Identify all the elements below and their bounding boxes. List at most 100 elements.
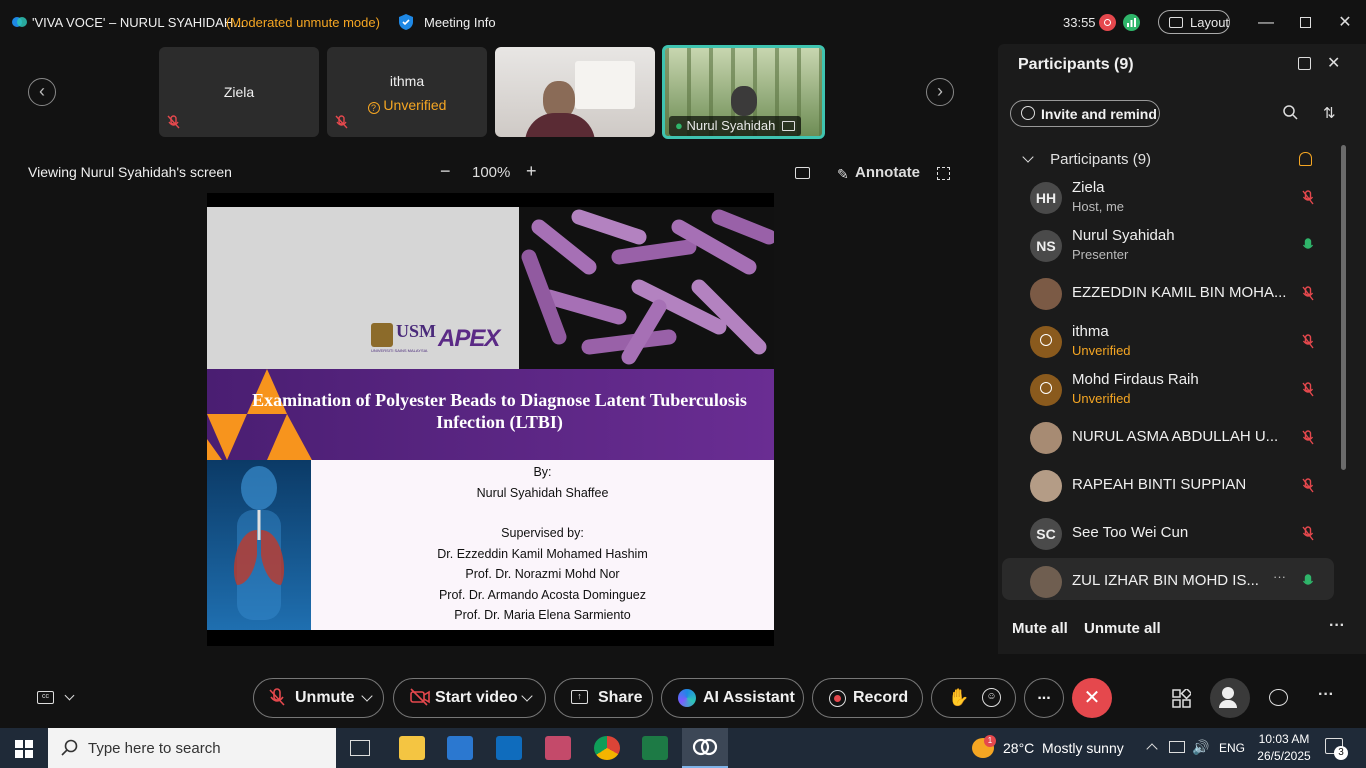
close-window-button[interactable]: ✕ [1334,12,1356,34]
task-view-icon[interactable] [350,740,370,756]
unmute-button[interactable]: Unmute [253,678,384,718]
mute-all-button[interactable]: Mute all [1012,620,1068,637]
recording-indicator-icon [1099,14,1116,31]
mic-off-icon[interactable] [1302,478,1314,496]
zoom-in-button[interactable]: + [526,161,537,182]
participant-row[interactable]: ZUL IZHAR BIN MOHD IS... ··· [1002,558,1334,600]
chevron-down-icon [1022,151,1034,163]
thumbnail-nurul-syahidah[interactable]: ● Nurul Syahidah [662,45,825,139]
clock-date[interactable]: 26/5/2025 [1254,749,1314,763]
record-icon [829,690,846,707]
thumbnail-status: ? Unverified [327,97,487,114]
windows-start-icon[interactable] [15,740,33,763]
weather-text[interactable]: 28°C Mostly sunny [1003,740,1124,756]
minimize-button[interactable]: — [1255,12,1277,34]
participants-section-header[interactable]: Participants (9) [1022,151,1151,168]
participant-row[interactable]: ithma Unverified [1030,323,1330,374]
remote-control-icon[interactable] [795,167,810,179]
excel-icon[interactable] [642,736,668,760]
file-explorer-icon[interactable] [399,736,425,760]
avatar: NS [1030,230,1062,262]
participant-row[interactable]: Mohd Firdaus Raih Unverified [1030,371,1330,422]
participant-row[interactable]: HH Ziela Host, me [1030,179,1330,230]
reactions-group[interactable]: ✋ ☺ [931,678,1016,718]
webex-taskbar-active[interactable] [682,728,728,768]
slide-title-band: Examination of Polyester Beads to Diagno… [207,369,774,460]
sort-icon[interactable]: ⇅ [1323,104,1336,122]
mic-off-icon[interactable] [1302,430,1314,448]
participant-name: Mohd Firdaus Raih [1072,371,1199,388]
microsoft-store-icon[interactable] [447,736,473,760]
mic-off-icon[interactable] [1302,334,1314,352]
mic-on-icon[interactable] [1302,574,1314,592]
layout-button[interactable]: Layout [1158,10,1230,34]
share-icon: ↑ [571,690,588,704]
participant-role: Host, me [1072,199,1125,214]
raise-hand-icon[interactable]: ✋ [948,688,969,708]
shield-icon[interactable] [398,13,414,36]
avatar [1030,278,1062,310]
participant-row[interactable]: NS Nurul Syahidah Presenter [1030,227,1330,278]
mic-off-icon[interactable] [1302,190,1314,208]
clock-time[interactable]: 10:03 AM [1258,732,1310,746]
meeting-info-link[interactable]: Meeting Info [424,15,496,30]
thumbnail-video-presenter[interactable] [495,47,655,137]
title-bar: 'VIVA VOCE' – NURUL SYAHIDAH... (Moderat… [0,0,1366,46]
avatar [1030,422,1062,454]
more-panels-icon[interactable]: ··· [1318,686,1334,704]
chevron-down-icon[interactable] [521,690,533,702]
scrollbar[interactable] [1341,145,1346,470]
annotate-button[interactable]: Annotate [855,164,920,181]
mic-off-icon[interactable] [1302,526,1314,544]
fullscreen-icon[interactable] [937,167,950,180]
by-label: By: [533,465,552,479]
annotate-icon[interactable]: ✎ [837,166,849,183]
popout-icon[interactable] [1298,57,1311,70]
guest-icon [1040,382,1052,394]
chrome-icon[interactable] [594,736,620,760]
slide-credits-area: By: Nurul Syahidah Shaffee Supervised by… [311,460,774,630]
shared-screen: USM UNIVERSITI SAINS MALAYSIA APEX Exami… [207,193,774,646]
ai-assistant-button[interactable]: AI Assistant [661,678,804,718]
more-options-icon[interactable]: ··· [1329,617,1345,635]
network-icon[interactable] [1169,741,1185,753]
close-panel-icon[interactable]: ✕ [1327,53,1340,73]
thumbnail-ithma[interactable]: ithma ? Unverified [327,47,487,137]
avatar [1030,566,1062,598]
person-head [731,86,757,116]
volume-icon[interactable]: 🔊 [1192,739,1209,756]
maximize-button[interactable] [1294,12,1316,34]
participant-more-icon[interactable]: ··· [1273,569,1286,584]
end-meeting-button[interactable]: ✕ [1072,678,1112,718]
thumbnails-prev-button[interactable]: ‹ [28,78,56,106]
avatar: HH [1030,182,1062,214]
more-button[interactable]: ... [1024,678,1064,718]
mic-off-icon[interactable] [1302,286,1314,304]
participants-title: Participants (9) [1018,56,1134,73]
thumbnails-next-button[interactable]: › [926,78,954,106]
zoom-out-button[interactable]: − [440,161,451,182]
invite-remind-button[interactable]: Invite and remind [1010,100,1160,127]
unmute-all-button[interactable]: Unmute all [1084,620,1161,637]
snipping-tool-icon[interactable] [545,736,571,760]
share-button[interactable]: ↑ Share [554,678,653,718]
language-indicator[interactable]: ENG [1219,741,1245,755]
mic-off-icon[interactable] [1302,382,1314,400]
thumbnail-ziela[interactable]: Ziela [159,47,319,137]
search-icon[interactable] [1283,105,1298,125]
emoji-reaction-icon[interactable]: ☺ [982,688,1001,707]
participant-row[interactable]: EZZEDDIN KAMIL BIN MOHA... [1030,278,1330,326]
chevron-down-icon[interactable] [361,690,373,702]
taskbar-search-input[interactable]: Type here to search [48,728,336,768]
participant-row[interactable]: NURUL ASMA ABDULLAH U... [1030,422,1330,470]
chat-icon[interactable] [1269,689,1288,706]
participants-toggle-button[interactable] [1210,678,1250,718]
cc-icon[interactable]: cc [37,691,54,704]
participant-row[interactable]: RAPEAH BINTI SUPPIAN [1030,470,1330,518]
start-video-button[interactable]: Start video [393,678,546,718]
mic-on-icon[interactable] [1302,238,1314,256]
cc-chevron-down-icon[interactable] [64,690,75,701]
outlook-icon[interactable] [496,736,522,760]
apps-icon[interactable] [1172,687,1193,713]
record-button[interactable]: Record [812,678,923,718]
